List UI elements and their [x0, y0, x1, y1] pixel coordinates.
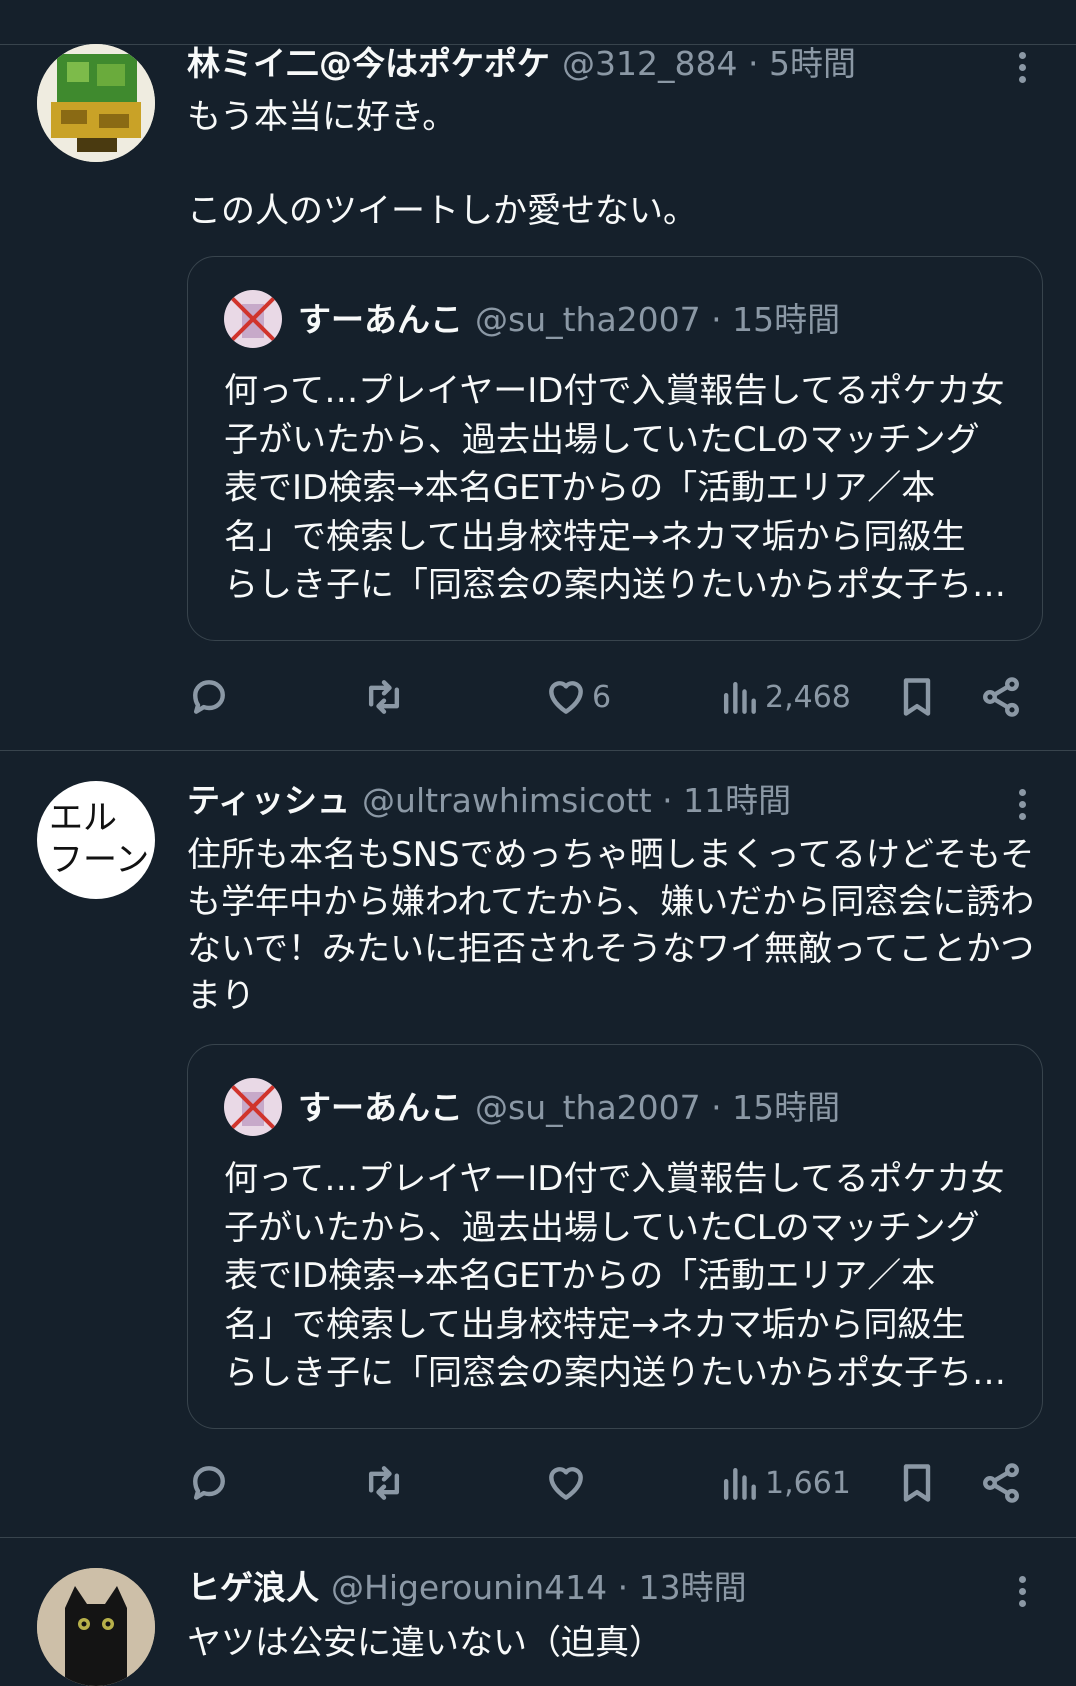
- timestamp[interactable]: 13時間: [639, 1568, 747, 1607]
- bookmark-button[interactable]: [895, 1458, 939, 1508]
- views-button[interactable]: 2,468: [717, 672, 851, 722]
- views-button[interactable]: 1,661: [717, 1458, 851, 1508]
- black-cat-avatar-icon: [37, 1568, 155, 1686]
- more-options-icon[interactable]: [1012, 785, 1032, 825]
- display-name[interactable]: ヒゲ浪人: [187, 1568, 319, 1607]
- bookmark-icon: [903, 678, 931, 716]
- quote-handle: @su_tha2007: [475, 1088, 701, 1127]
- quote-avatar: [224, 1078, 282, 1136]
- repost-button[interactable]: [362, 672, 406, 722]
- display-name[interactable]: ティッシュ: [187, 781, 350, 820]
- tweet-actions: 6 2,468: [187, 672, 1027, 722]
- tweet-text: ヤツは公安に違いない（迫真）: [187, 1623, 663, 1663]
- quote-display-name: すーあんこ: [298, 1088, 463, 1127]
- quote-timestamp: 15時間: [732, 1088, 841, 1127]
- quote-text: 何って…プレイヤーID付で入賞報告してるポケカ女 子がいたから、過去出場していた…: [224, 1159, 1006, 1393]
- crossed-avatar-icon: [224, 1078, 282, 1136]
- like-button[interactable]: [544, 1458, 592, 1508]
- like-count: 6: [592, 679, 612, 715]
- quote-handle: @su_tha2007: [475, 300, 701, 339]
- reply-button[interactable]: [187, 672, 231, 722]
- timestamp[interactable]: 11時間: [683, 781, 791, 820]
- handle[interactable]: @312_884: [562, 44, 737, 83]
- heart-icon: [549, 1467, 583, 1500]
- tweet[interactable]: 林ミイ二@今はポケポケ @312_884 · 5時間 もう本当に好き。 この人のツ…: [0, 44, 1076, 751]
- reply-button[interactable]: [187, 1458, 231, 1508]
- quoted-tweet[interactable]: すーあんこ @su_tha2007 · 15時間 何って…プレイヤーID付で入賞報…: [187, 256, 1043, 641]
- avatar-text: エル フーン: [49, 798, 150, 880]
- tweet-header: ヒゲ浪人 @Higerounin414 · 13時間: [187, 1568, 747, 1607]
- share-button[interactable]: [979, 672, 1023, 722]
- bookmark-button[interactable]: [895, 672, 939, 722]
- share-icon: [983, 677, 1019, 717]
- quote-text: 何って…プレイヤーID付で入賞報告してるポケカ女 子がいたから、過去出場していた…: [224, 371, 1006, 605]
- tweet[interactable]: ヒゲ浪人 @Higerounin414 · 13時間 ヤツは公安に違いない（迫真）: [0, 1538, 1076, 1686]
- repost-icon: [368, 680, 400, 714]
- repost-button[interactable]: [362, 1458, 406, 1508]
- bookmark-icon: [903, 1464, 931, 1502]
- more-options-icon[interactable]: [1012, 48, 1032, 88]
- view-count: 2,468: [765, 679, 851, 715]
- display-name[interactable]: 林ミイ二@今はポケポケ: [187, 44, 550, 83]
- crossed-avatar-icon: [224, 290, 282, 348]
- quote-display-name: すーあんこ: [298, 300, 463, 339]
- like-button[interactable]: 6: [544, 672, 611, 722]
- tweet-text: もう本当に好き。 この人のツイートしか愛せない。: [187, 97, 697, 231]
- handle[interactable]: @ultrawhimsicott: [362, 781, 652, 820]
- avatar[interactable]: エル フーン: [37, 781, 155, 899]
- views-icon: [723, 1467, 756, 1500]
- share-button[interactable]: [979, 1458, 1023, 1508]
- tweet-text: 住所も本名もSNSでめっちゃ晒しまくってるけどそもそ も学年中から嫌われてたから…: [187, 835, 1035, 1016]
- views-icon: [723, 681, 756, 714]
- handle[interactable]: @Higerounin414: [331, 1568, 607, 1607]
- quote-header: すーあんこ @su_tha2007 · 15時間: [298, 300, 841, 339]
- top-bar: [0, 0, 1076, 45]
- avatar[interactable]: [37, 44, 155, 162]
- share-icon: [983, 1463, 1019, 1503]
- repost-icon: [368, 1466, 400, 1500]
- quoted-tweet[interactable]: すーあんこ @su_tha2007 · 15時間 何って…プレイヤーID付で入賞報…: [187, 1044, 1043, 1429]
- more-options-icon[interactable]: [1012, 1572, 1032, 1612]
- tweet-header: ティッシュ @ultrawhimsicott · 11時間: [187, 781, 792, 820]
- quote-avatar: [224, 290, 282, 348]
- avatar[interactable]: [37, 1568, 155, 1686]
- tweet-header: 林ミイ二@今はポケポケ @312_884 · 5時間: [187, 44, 856, 83]
- view-count: 1,661: [765, 1465, 851, 1501]
- heart-icon: [549, 681, 583, 714]
- quote-header: すーあんこ @su_tha2007 · 15時間: [298, 1088, 841, 1127]
- timestamp[interactable]: 5時間: [769, 44, 856, 83]
- pixel-turtle-avatar-icon: [37, 44, 155, 162]
- reply-icon: [193, 1466, 225, 1500]
- tweet[interactable]: エル フーン ティッシュ @ultrawhimsicott · 11時間 住所も本…: [0, 751, 1076, 1538]
- quote-timestamp: 15時間: [732, 300, 841, 339]
- tweet-actions: 1,661: [187, 1458, 1027, 1508]
- reply-icon: [193, 680, 225, 714]
